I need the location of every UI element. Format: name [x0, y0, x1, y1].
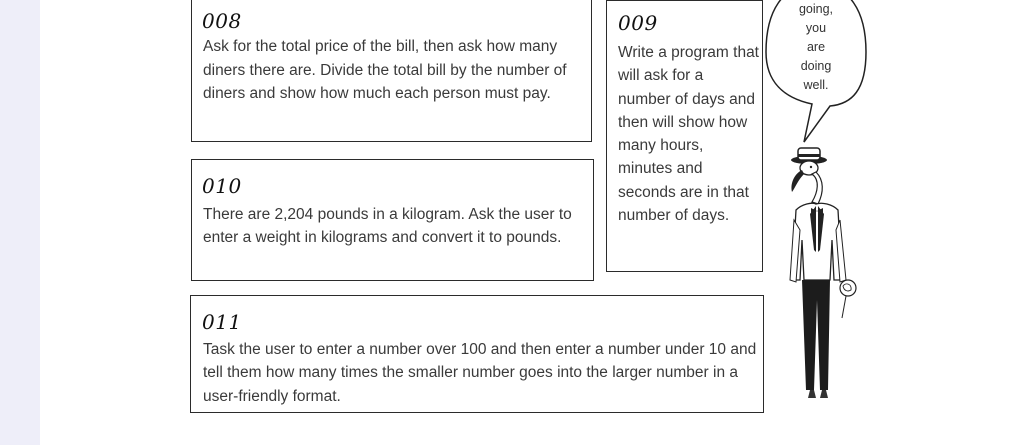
left-margin-strip: [0, 0, 40, 445]
challenge-text: There are 2,204 pounds in a kilogram. As…: [203, 206, 572, 247]
challenge-number: 010: [202, 174, 242, 198]
challenge-text: Ask for the total price of the bill, the…: [203, 38, 567, 103]
challenge-card-011: 011 Task the user to enter a number over…: [190, 295, 764, 413]
bubble-line: are: [806, 40, 826, 54]
bubble-line: going,: [798, 2, 834, 16]
challenge-number: 008: [202, 9, 242, 33]
challenge-number: 009: [618, 11, 658, 35]
bubble-line: doing: [800, 59, 832, 73]
challenge-card-009: 009 Write a program that will ask for a …: [606, 0, 763, 272]
bubble-line: well.: [803, 78, 829, 92]
challenge-text: Write a program that will ask for a numb…: [618, 44, 759, 225]
challenge-number: 011: [202, 310, 242, 334]
challenge-card-010: 010 There are 2,204 pounds in a kilogram…: [191, 159, 594, 281]
flamingo-in-suit-illustration: [789, 147, 857, 398]
worksheet-page: 008 Ask for the total price of the bill,…: [40, 0, 1009, 445]
speech-bubble-text: going, you are doing well.: [790, 0, 842, 95]
bubble-line: you: [805, 21, 827, 35]
challenge-text: Task the user to enter a number over 100…: [203, 341, 757, 405]
challenge-card-008: 008 Ask for the total price of the bill,…: [191, 0, 592, 142]
